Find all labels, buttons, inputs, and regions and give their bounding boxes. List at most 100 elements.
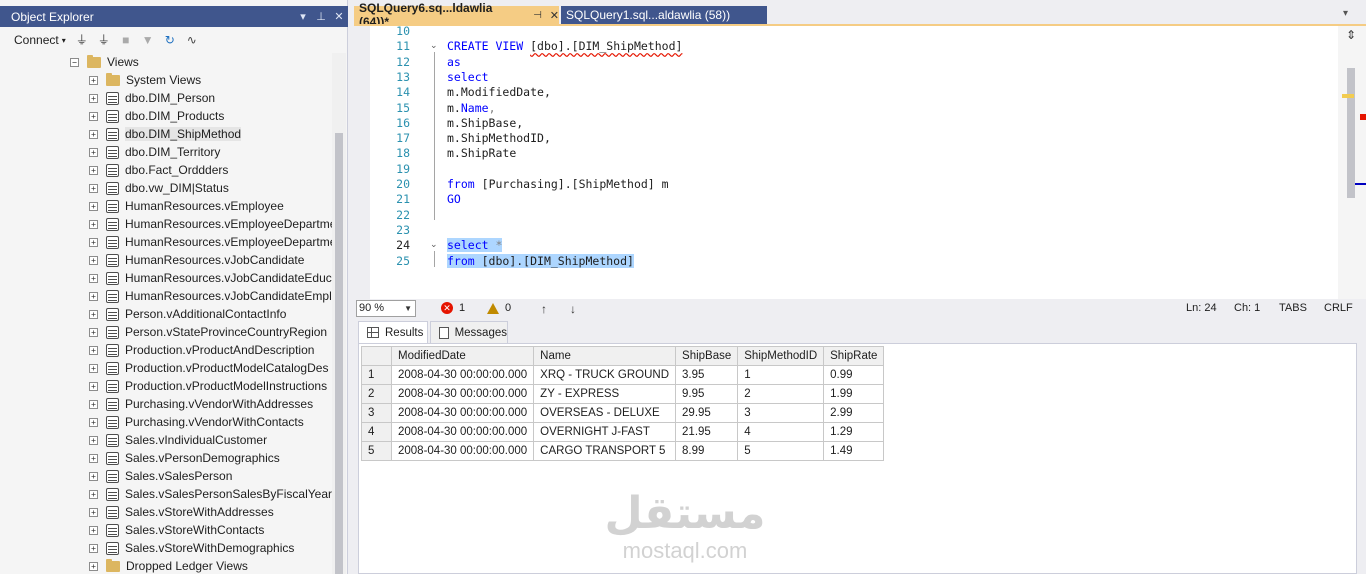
table-cell[interactable]: 1 — [737, 365, 825, 385]
column-header[interactable]: ShipMethodID — [737, 346, 825, 366]
expand-icon[interactable]: + — [89, 255, 98, 265]
error-count[interactable]: ✕ 1 — [441, 302, 465, 314]
connect-plug-icon[interactable]: ⏚ — [75, 33, 89, 47]
tab-list-dropdown-icon[interactable]: ▾ — [1343, 8, 1348, 19]
expand-icon[interactable]: + — [89, 561, 98, 571]
tree-node[interactable]: + HumanResources.vEmployeeDepartme — [89, 233, 332, 251]
query-editor[interactable]: 10 11 12 13 14 15 16 17 18 19 20 21 22 23 24 25 ⌄ ⌄ CRE… — [354, 24, 1366, 299]
expand-icon[interactable]: + — [89, 453, 98, 463]
fold-collapse-icon[interactable]: ⌄ — [430, 239, 438, 250]
filter-icon[interactable]: ▼ — [141, 33, 155, 47]
collapse-icon[interactable]: − — [70, 57, 79, 67]
expand-icon[interactable]: + — [89, 309, 98, 319]
tab-results[interactable]: Results — [358, 321, 428, 343]
expand-icon[interactable]: + — [89, 471, 98, 481]
table-cell[interactable]: 2008-04-30 00:00:00.000 — [390, 365, 535, 385]
table-cell[interactable]: 2.99 — [823, 403, 885, 423]
fold-collapse-icon[interactable]: ⌄ — [430, 40, 438, 51]
table-cell[interactable]: OVERSEAS - DELUXE — [533, 403, 677, 423]
tree-node[interactable]: + Production.vProductModelCatalogDes — [89, 359, 328, 377]
tree-node[interactable]: + Sales.vStoreWithDemographics — [89, 539, 294, 557]
close-icon[interactable]: ✕ — [330, 10, 348, 23]
tree-node[interactable]: + HumanResources.vJobCandidate — [89, 251, 304, 269]
tree-node[interactable]: + Purchasing.vVendorWithAddresses — [89, 395, 313, 413]
table-cell[interactable]: 2008-04-30 00:00:00.000 — [390, 422, 535, 442]
tree-node[interactable]: + Production.vProductAndDescription — [89, 341, 314, 359]
tree-node[interactable]: + dbo.DIM_Products — [89, 107, 224, 125]
expand-icon[interactable]: + — [89, 111, 98, 121]
expand-icon[interactable]: + — [89, 273, 98, 283]
dropdown-icon[interactable]: ▾ — [294, 10, 312, 23]
previous-issue-icon[interactable]: ↑ — [541, 302, 547, 316]
table-cell[interactable]: 5 — [737, 441, 825, 461]
expand-icon[interactable]: + — [89, 489, 98, 499]
tree-node[interactable]: + dbo.DIM_ShipMethod — [89, 125, 242, 143]
table-row[interactable]: 1 2008-04-30 00:00:00.000 XRQ - TRUCK GROU… — [361, 365, 885, 385]
expand-icon[interactable]: + — [89, 165, 98, 175]
table-row[interactable]: 4 2008-04-30 00:00:00.000 OVERNIGHT J-FAST… — [361, 422, 885, 442]
expand-icon[interactable]: + — [89, 93, 98, 103]
table-cell[interactable]: CARGO TRANSPORT 5 — [533, 441, 677, 461]
tree-node[interactable]: + Sales.vPersonDemographics — [89, 449, 280, 467]
table-cell[interactable]: 9.95 — [675, 384, 739, 404]
split-icon[interactable]: ⇕ — [1346, 28, 1356, 42]
row-number-cell[interactable]: 4 — [361, 422, 392, 442]
activity-monitor-icon[interactable]: ∿ — [185, 33, 199, 47]
tab-sqlquery1[interactable]: SQLQuery1.sql...aldawlia (58)) — [561, 6, 767, 24]
table-row[interactable]: 3 2008-04-30 00:00:00.000 OVERSEAS - DELUX… — [361, 403, 885, 423]
scrollbar-thumb[interactable] — [1347, 68, 1355, 198]
tree-node[interactable]: + Production.vProductModelInstructions — [89, 377, 327, 395]
row-number-cell[interactable]: 1 — [361, 365, 392, 385]
tree-node[interactable]: + Sales.vIndividualCustomer — [89, 431, 267, 449]
expand-icon[interactable]: + — [89, 327, 98, 337]
tree-node[interactable]: + Person.vStateProvinceCountryRegion — [89, 323, 327, 341]
connect-button[interactable]: Connect ▾ — [14, 33, 66, 47]
table-cell[interactable]: OVERNIGHT J-FAST — [533, 422, 677, 442]
row-number-header[interactable] — [361, 346, 392, 366]
expand-icon[interactable]: + — [89, 183, 98, 193]
row-number-cell[interactable]: 2 — [361, 384, 392, 404]
warning-count[interactable]: 0 — [487, 302, 511, 314]
refresh-icon[interactable]: ↻ — [163, 33, 177, 47]
expand-icon[interactable]: + — [89, 345, 98, 355]
table-cell[interactable]: 21.95 — [675, 422, 739, 442]
table-cell[interactable]: 2 — [737, 384, 825, 404]
zoom-select[interactable]: 90 % ▼ — [356, 300, 416, 317]
table-cell[interactable]: 1.49 — [823, 441, 885, 461]
tree-node[interactable]: + dbo.Fact_Orddders — [89, 161, 228, 179]
expand-icon[interactable]: + — [89, 147, 98, 157]
table-cell[interactable]: 3 — [737, 403, 825, 423]
table-cell[interactable]: 1.99 — [823, 384, 885, 404]
expand-icon[interactable]: + — [89, 543, 98, 553]
tree-node[interactable]: + System Views — [89, 71, 201, 89]
tree-node[interactable]: + dbo.vw_DIM|Status — [89, 179, 229, 197]
table-cell[interactable]: 2008-04-30 00:00:00.000 — [390, 403, 535, 423]
column-header[interactable]: Name — [533, 346, 677, 366]
tree-node[interactable]: + Sales.vSalesPerson — [89, 467, 232, 485]
tree-node[interactable]: + dbo.DIM_Person — [89, 89, 215, 107]
expand-icon[interactable]: + — [89, 291, 98, 301]
column-header[interactable]: ShipRate — [823, 346, 885, 366]
tree-node-views[interactable]: − Views — [70, 53, 139, 71]
tab-sqlquery6[interactable]: SQLQuery6.sq...ldawlia (64))* ⊣ ✕ — [354, 1, 559, 29]
table-row[interactable]: 2 2008-04-30 00:00:00.000 ZY - EXPRESS 9.95… — [361, 384, 885, 404]
row-number-cell[interactable]: 3 — [361, 403, 392, 423]
object-explorer-scrollbar[interactable] — [332, 53, 346, 574]
table-cell[interactable]: 29.95 — [675, 403, 739, 423]
tree-node[interactable]: + Sales.vStoreWithAddresses — [89, 503, 274, 521]
table-cell[interactable]: 8.99 — [675, 441, 739, 461]
expand-icon[interactable]: + — [89, 525, 98, 535]
tree-node[interactable]: + HumanResources.vJobCandidateEduca — [89, 269, 332, 287]
tree-node[interactable]: + Dropped Ledger Views — [89, 557, 248, 574]
tab-messages[interactable]: Messages — [430, 321, 508, 343]
editor-scrollbar[interactable]: ⇕ — [1338, 26, 1366, 299]
table-cell[interactable]: 2008-04-30 00:00:00.000 — [390, 441, 535, 461]
expand-icon[interactable]: + — [89, 129, 98, 139]
row-number-cell[interactable]: 5 — [361, 441, 392, 461]
results-grid[interactable]: ModifiedDate Name ShipBase ShipMethodID Ship… — [361, 346, 885, 461]
pin-icon[interactable]: ⊥ — [312, 10, 330, 23]
stop-icon[interactable]: ■ — [119, 33, 133, 47]
expand-icon[interactable]: + — [89, 417, 98, 427]
expand-icon[interactable]: + — [89, 75, 98, 85]
table-cell[interactable]: XRQ - TRUCK GROUND — [533, 365, 677, 385]
